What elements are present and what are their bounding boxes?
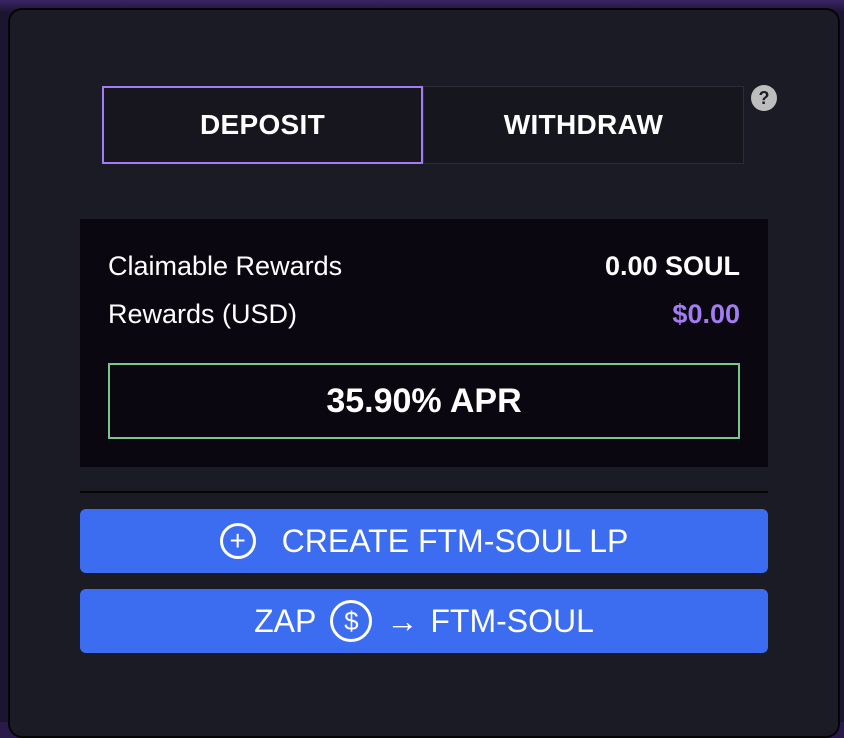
dollar-circle-icon: $ <box>330 600 373 642</box>
tab-withdraw[interactable]: WITHDRAW <box>423 86 744 164</box>
zap-button[interactable]: ZAP $ → FTM-SOUL <box>80 589 768 653</box>
claimable-rewards-label: Claimable Rewards <box>108 251 343 281</box>
rewards-usd-value: $0.00 <box>672 299 740 329</box>
tab-withdraw-label: WITHDRAW <box>503 109 664 140</box>
zap-target-label: FTM-SOUL <box>430 602 594 639</box>
tab-deposit[interactable]: DEPOSIT <box>102 86 423 164</box>
deposit-withdraw-tabs: DEPOSIT WITHDRAW <box>102 86 744 164</box>
zap-label: ZAP <box>254 602 317 639</box>
arrow-right-icon: → <box>386 602 419 639</box>
apr-badge: 35.90% APR <box>108 363 740 439</box>
rewards-usd-label: Rewards (USD) <box>108 299 298 329</box>
create-lp-button[interactable]: + CREATE FTM-SOUL LP <box>80 509 768 573</box>
dollar-glyph: $ <box>344 606 359 636</box>
create-lp-label: CREATE FTM-SOUL LP <box>281 522 629 559</box>
plus-circle-icon: + <box>219 523 256 559</box>
rewards-usd-row: Rewards (USD) $0.00 <box>108 299 740 330</box>
claimable-rewards-value: 0.00 SOUL <box>604 251 740 281</box>
apr-text: 35.90% APR <box>326 381 522 420</box>
question-icon[interactable]: ? <box>751 85 777 111</box>
rewards-panel: Claimable Rewards 0.00 SOUL Rewards (USD… <box>80 219 768 467</box>
section-divider <box>80 491 768 493</box>
tab-deposit-label: DEPOSIT <box>199 109 325 140</box>
claimable-rewards-row: Claimable Rewards 0.00 SOUL <box>108 251 740 282</box>
help-glyph: ? <box>758 87 770 108</box>
plus-glyph: + <box>229 525 246 556</box>
